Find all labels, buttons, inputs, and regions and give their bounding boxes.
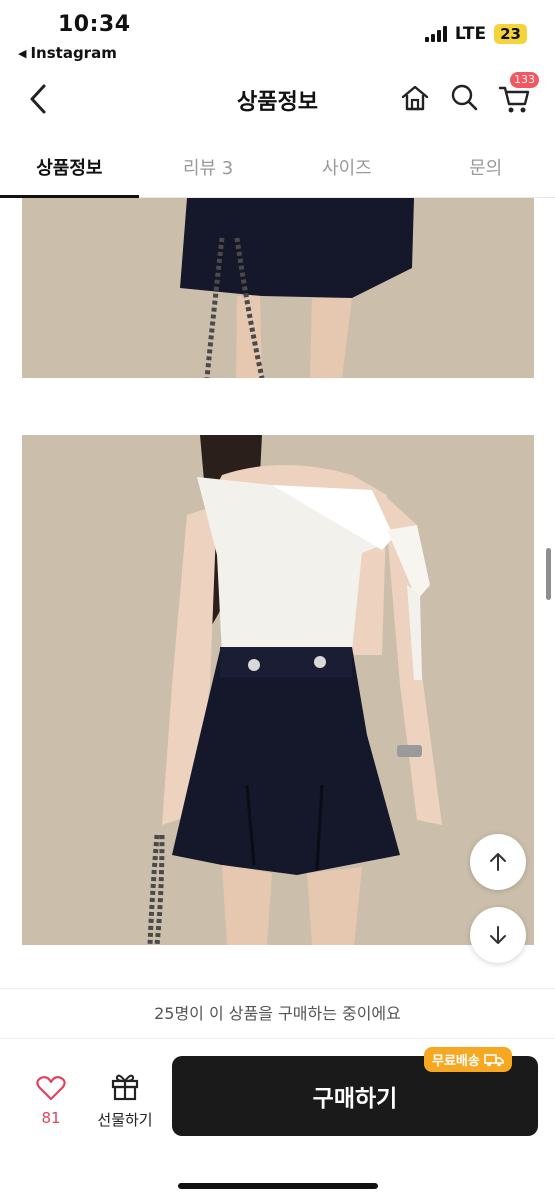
tab-reviews[interactable]: 리뷰 3 (139, 140, 278, 197)
tab-size[interactable]: 사이즈 (278, 140, 417, 197)
product-tabs: 상품정보 리뷰 3 사이즈 문의 (0, 140, 555, 198)
network-label: LTE (454, 24, 487, 44)
back-app-label: Instagram (30, 44, 117, 62)
product-photo-white-top-navy-skirt (22, 435, 534, 945)
cart-count-badge: 133 (510, 72, 539, 88)
heart-icon (36, 1076, 66, 1101)
truck-icon (484, 1053, 504, 1066)
status-bar: 10:34 ◀ Instagram LTE 23 (0, 0, 555, 70)
free-shipping-tag: 무료배송 (424, 1047, 512, 1072)
tab-product-info[interactable]: 상품정보 (0, 140, 139, 198)
gift-label: 선물하기 (97, 1111, 153, 1129)
buyers-notice: 25명이 이 상품을 구매하는 중이에요 (0, 989, 555, 1039)
back-to-app-link[interactable]: ◀ Instagram (18, 44, 117, 62)
home-indicator (178, 1183, 378, 1189)
header-actions: 133 (399, 72, 539, 116)
scroll-up-button[interactable] (470, 834, 526, 890)
back-triangle-icon: ◀ (18, 46, 27, 60)
arrow-down-icon (490, 926, 506, 944)
status-indicators: LTE 23 (424, 24, 527, 44)
status-time: 10:34 (58, 12, 131, 37)
purchase-bar: 25명이 이 상품을 구매하는 중이에요 81 선물하기 구매하기 무료배송 (0, 988, 555, 1200)
free-shipping-label: 무료배송 (432, 1054, 480, 1069)
scrollbar-thumb[interactable] (546, 548, 551, 600)
like-button[interactable]: 81 (30, 1075, 72, 1127)
scroll-down-button[interactable] (470, 907, 526, 963)
home-icon (401, 85, 429, 111)
battery-icon: 23 (494, 24, 527, 44)
gift-icon (111, 1074, 139, 1101)
arrow-up-icon (490, 853, 506, 871)
product-photo-skirt-chain-bag (22, 198, 534, 378)
home-button[interactable] (399, 82, 431, 114)
gift-button[interactable]: 선물하기 (92, 1071, 158, 1130)
like-count: 81 (41, 1109, 61, 1127)
search-icon (451, 84, 478, 111)
app-header: 상품정보 133 (0, 70, 555, 130)
signal-icon (424, 26, 447, 42)
cart-button[interactable]: 133 (497, 72, 539, 116)
search-button[interactable] (449, 82, 479, 114)
tab-inquiry[interactable]: 문의 (416, 140, 555, 197)
